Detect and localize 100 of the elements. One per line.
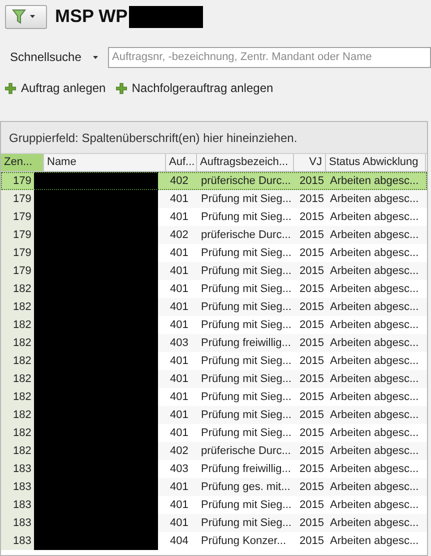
table-cell: Arbeiten abgesc... bbox=[330, 391, 419, 403]
column-header[interactable]: VJ bbox=[294, 154, 326, 171]
table-cell: Prüfung mit Sieg... bbox=[201, 409, 292, 421]
column-header[interactable]: Zen... bbox=[1, 154, 44, 171]
table-row[interactable]: 182 402 prüferische Durc... 2015 Arbeiten abgesc... bbox=[1, 442, 427, 460]
table-row[interactable]: 179 401 Prüfung mit Sieg... 2015 Arbeiten abgesc... bbox=[1, 190, 427, 208]
quick-search-dropdown[interactable]: Schnellsuche bbox=[10, 48, 108, 66]
table-cell-text: 2015 bbox=[300, 390, 324, 405]
window-title: MSP WP bbox=[55, 5, 128, 28]
table-cell: 403 bbox=[170, 337, 188, 349]
column-header[interactable]: Auf... bbox=[166, 154, 197, 171]
add-action-button[interactable]: Auftrag anlegen bbox=[5, 79, 106, 97]
table-row[interactable]: 182 403 Prüfung freiwillig... 2015 Arbeiten abgesc... bbox=[1, 334, 427, 352]
table-cell-text: 2015 bbox=[300, 174, 324, 189]
table-cell: Prüfung mit Sieg... bbox=[201, 319, 292, 331]
table-cell: Prüfung mit Sieg... bbox=[201, 499, 292, 511]
table-cell: 401 bbox=[170, 517, 188, 529]
table-row[interactable]: 179 401 Prüfung mit Sieg... 2015 Arbeiten abgesc... bbox=[1, 262, 427, 280]
table-cell: Arbeiten abgesc... bbox=[330, 499, 419, 511]
add-action-button[interactable]: Nachfolgerauftrag anlegen bbox=[116, 79, 274, 97]
table-cell: 401 bbox=[170, 427, 188, 439]
table-cell: Arbeiten abgesc... bbox=[330, 265, 419, 277]
table-cell: prüferische Durc... bbox=[201, 175, 291, 187]
table-cell-text: 2015 bbox=[300, 426, 324, 441]
table-cell-text: 2015 bbox=[300, 264, 324, 279]
table-cell: 401 bbox=[170, 301, 188, 313]
table-cell: 182 bbox=[13, 301, 32, 313]
table-row[interactable]: 182 401 Prüfung mit Sieg... 2015 Arbeiten abgesc... bbox=[1, 298, 427, 316]
table-cell: 401 bbox=[170, 391, 188, 403]
table-cell-text: 2015 bbox=[300, 354, 324, 369]
table-cell: 401 bbox=[170, 481, 188, 493]
table-cell-text: 2015 bbox=[300, 210, 324, 225]
column-header[interactable]: Name bbox=[44, 154, 166, 171]
table-cell: Prüfung mit Sieg... bbox=[201, 193, 292, 205]
table-row[interactable]: 179 402 prüferische Durc... 2015 Arbeiten abgesc... bbox=[1, 226, 427, 244]
plus-icon bbox=[116, 82, 127, 94]
column-header[interactable]: Auftragsbezeich... bbox=[197, 154, 294, 171]
table-cell: 401 bbox=[170, 373, 188, 385]
search-field[interactable]: Auftragsnr, -bezeichnung, Zentr. Mandant oder Name bbox=[108, 46, 431, 68]
table-cell-text: 2015 bbox=[300, 282, 324, 297]
table-row[interactable]: 182 401 Prüfung mit Sieg... 2015 Arbeiten abgesc... bbox=[1, 370, 427, 388]
column-header[interactable]: Status Abwicklung bbox=[326, 154, 426, 171]
table-cell: Arbeiten abgesc... bbox=[330, 481, 419, 493]
table-cell-text: 2015 bbox=[300, 336, 324, 351]
table-cell-text: 2015 bbox=[300, 192, 324, 207]
table-cell-text: 2015 bbox=[300, 300, 324, 315]
table-cell: 403 bbox=[170, 463, 188, 475]
table-cell: Arbeiten abgesc... bbox=[330, 211, 419, 223]
table-cell: 402 bbox=[170, 229, 188, 241]
table-cell: 401 bbox=[170, 319, 188, 331]
table-cell-text: 2015 bbox=[300, 516, 324, 531]
table-cell: Prüfung Konzer... bbox=[201, 535, 286, 547]
filter-dropdown-button[interactable] bbox=[5, 4, 47, 28]
table-cell: 183 bbox=[13, 517, 32, 529]
table-cell: Arbeiten abgesc... bbox=[330, 463, 419, 475]
table-cell: 401 bbox=[170, 499, 188, 511]
table-row[interactable]: 183 401 Prüfung mit Sieg... 2015 Arbeiten abgesc... bbox=[1, 514, 427, 532]
table-cell: Prüfung freiwillig... bbox=[201, 337, 291, 349]
table-cell: 182 bbox=[13, 427, 32, 439]
table-cell: prüferische Durc... bbox=[201, 229, 291, 241]
table-cell: 402 bbox=[170, 445, 188, 457]
table-cell: Prüfung mit Sieg... bbox=[201, 283, 292, 295]
selected-row[interactable]: 179 402 prüferische Durc... 2015 Arbeiten abgesc... bbox=[1, 172, 427, 190]
table-cell: 179 bbox=[13, 211, 32, 223]
table-cell: 401 bbox=[170, 409, 188, 421]
table-cell: Arbeiten abgesc... bbox=[330, 283, 419, 295]
table-cell: Arbeiten abgesc... bbox=[330, 517, 419, 529]
table-cell: Prüfung mit Sieg... bbox=[201, 265, 292, 277]
table-cell: Arbeiten abgesc... bbox=[330, 175, 419, 187]
table-cell: 182 bbox=[13, 445, 32, 457]
table-cell: Prüfung mit Sieg... bbox=[201, 391, 292, 403]
table-cell-text: 2015 bbox=[300, 462, 324, 477]
table-cell: 182 bbox=[13, 391, 32, 403]
table-cell: 183 bbox=[13, 481, 32, 493]
table-cell-text: 2015 bbox=[300, 372, 324, 387]
table-cell-text: 2015 bbox=[300, 228, 324, 243]
table-cell-text: 2015 bbox=[300, 408, 324, 423]
table-cell-text: 2015 bbox=[300, 246, 324, 261]
table-row[interactable]: 182 401 Prüfung mit Sieg... 2015 Arbeiten abgesc... bbox=[1, 406, 427, 424]
table-cell: Arbeiten abgesc... bbox=[330, 301, 419, 313]
table-cell: 182 bbox=[13, 283, 32, 295]
table-row[interactable]: 183 401 Prüfung ges. mit... 2015 Arbeiten abgesc... bbox=[1, 478, 427, 496]
table-cell: Prüfung mit Sieg... bbox=[201, 301, 292, 313]
caret-icon bbox=[30, 15, 35, 18]
table-cell: 183 bbox=[13, 463, 32, 475]
table-cell: 179 bbox=[13, 193, 32, 205]
table-cell: Arbeiten abgesc... bbox=[330, 355, 419, 367]
table-cell: Prüfung mit Sieg... bbox=[201, 211, 292, 223]
table-cell: Prüfung mit Sieg... bbox=[201, 355, 292, 367]
table-cell: Arbeiten abgesc... bbox=[330, 337, 419, 349]
table-cell: Arbeiten abgesc... bbox=[330, 409, 419, 421]
table-cell: Prüfung mit Sieg... bbox=[201, 427, 292, 439]
table-cell: 182 bbox=[13, 373, 32, 385]
table-cell: 401 bbox=[170, 355, 188, 367]
table-cell-text: 2015 bbox=[300, 318, 324, 333]
table-cell: 183 bbox=[13, 535, 32, 547]
table-cell-text: 2015 bbox=[300, 480, 324, 495]
table-cell: 401 bbox=[170, 247, 188, 259]
table-cell: 402 bbox=[170, 175, 188, 187]
table-cell: Arbeiten abgesc... bbox=[330, 535, 419, 547]
